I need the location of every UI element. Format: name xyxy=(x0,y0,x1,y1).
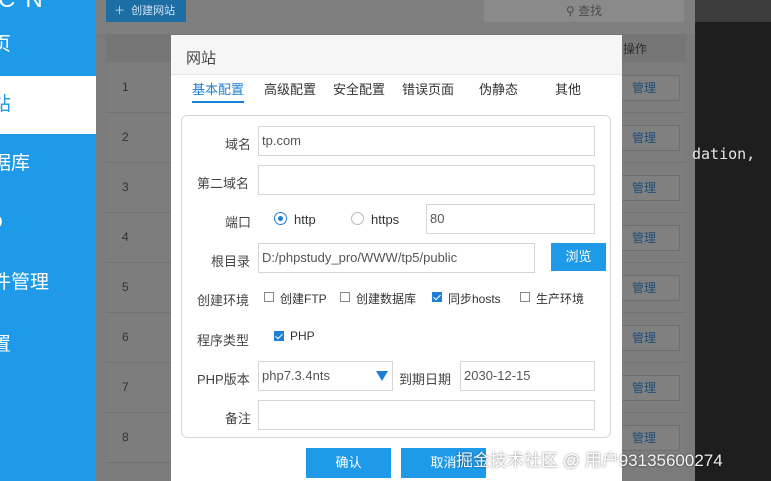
sidebar: CN 页 站 据库 p 件管理 置 xyxy=(0,0,96,481)
chevron-down-icon xyxy=(376,371,388,381)
sync-hosts-checkbox[interactable] xyxy=(432,292,442,302)
program-type-label: 程序类型 xyxy=(197,333,250,348)
plus-icon: ＋ xyxy=(114,5,125,17)
manage-button[interactable]: 管理 xyxy=(618,225,680,251)
sidebar-item-label: 件管理 xyxy=(0,272,50,293)
port-label: 端口 xyxy=(225,215,252,230)
http-label: http xyxy=(294,212,316,227)
row-number: 2 xyxy=(122,130,129,144)
php-version-label: PHP版本 xyxy=(197,372,250,387)
row-number: 5 xyxy=(122,280,129,294)
dialog-tabs: 基本配置 高级配置 安全配置 错误页面 伪静态 其他 xyxy=(171,81,622,103)
http-radio[interactable] xyxy=(274,212,287,225)
search-label: 查找 xyxy=(578,4,603,18)
sidebar-item-database[interactable]: 据库 xyxy=(0,135,96,193)
sidebar-item-label: 站 xyxy=(0,94,12,115)
confirm-button[interactable]: 确认 xyxy=(306,448,391,478)
create-website-button[interactable]: ＋ 创建网站 xyxy=(106,0,186,22)
php-checkbox[interactable] xyxy=(274,331,284,341)
create-ftp-label: 创建FTP xyxy=(280,292,327,306)
sidebar-item-settings[interactable]: 置 xyxy=(0,316,96,374)
create-database-checkbox[interactable] xyxy=(340,292,350,302)
sidebar-item-label: 据库 xyxy=(0,153,31,174)
production-env-checkbox[interactable] xyxy=(520,292,530,302)
tab-basic-config[interactable]: 基本配置 xyxy=(192,81,245,103)
column-header-action: 操作 xyxy=(623,42,648,56)
sidebar-item-website[interactable]: 站 xyxy=(0,76,96,134)
browse-button[interactable]: 浏览 xyxy=(551,243,606,271)
production-env-label: 生产环境 xyxy=(536,292,585,306)
sidebar-item-label: 置 xyxy=(0,334,12,355)
manage-button[interactable]: 管理 xyxy=(618,175,680,201)
basic-config-form: 域名 tp.com 第二域名 端口 http https 80 根目录 D:/p… xyxy=(181,115,611,438)
row-number: 1 xyxy=(122,80,129,94)
editor-tab-bar xyxy=(695,0,771,22)
dialog-title: 网站 xyxy=(186,50,217,67)
create-website-label: 创建网站 xyxy=(131,5,176,17)
sidebar-item-label: p xyxy=(0,211,3,232)
sidebar-item-home[interactable]: 页 xyxy=(0,16,96,74)
row-number: 6 xyxy=(122,330,129,344)
tab-security-config[interactable]: 安全配置 xyxy=(333,81,385,103)
tab-other[interactable]: 其他 xyxy=(555,81,581,103)
php-label: PHP xyxy=(290,329,315,343)
env-label: 创建环境 xyxy=(197,293,250,308)
sync-hosts-label: 同步hosts xyxy=(448,292,501,306)
manage-button[interactable]: 管理 xyxy=(618,275,680,301)
row-number: 4 xyxy=(122,230,129,244)
app-logo: CN xyxy=(0,0,53,14)
php-version-value: php7.3.4nts xyxy=(262,368,330,383)
code-editor-pane: dation, xyxy=(692,0,771,481)
root-dir-label: 根目录 xyxy=(211,254,251,269)
sidebar-item-files[interactable]: 件管理 xyxy=(0,254,96,312)
expire-date-label: 到期日期 xyxy=(399,372,452,387)
search-icon: ⚲ xyxy=(565,4,575,18)
manage-button[interactable]: 管理 xyxy=(618,375,680,401)
toolbar: ＋ 创建网站 ⚲ 查找 xyxy=(96,0,695,34)
search-input[interactable]: ⚲ 查找 xyxy=(484,0,684,22)
https-label: https xyxy=(371,212,400,227)
tab-error-pages[interactable]: 错误页面 xyxy=(402,81,454,103)
website-dialog: 网站 基本配置 高级配置 安全配置 错误页面 伪静态 其他 域名 tp.com … xyxy=(171,35,622,481)
manage-button[interactable]: 管理 xyxy=(618,325,680,351)
second-domain-input[interactable] xyxy=(258,165,595,195)
code-line: dation, xyxy=(692,145,756,163)
create-ftp-checkbox[interactable] xyxy=(264,292,274,302)
sidebar-item-label: 页 xyxy=(0,34,12,55)
domain-input[interactable]: tp.com xyxy=(258,126,595,156)
domain-label: 域名 xyxy=(225,137,252,152)
php-version-select[interactable]: php7.3.4nts xyxy=(258,361,393,391)
expire-date-input[interactable]: 2030-12-15 xyxy=(460,361,595,391)
create-database-label: 创建数据库 xyxy=(356,292,417,306)
manage-button[interactable]: 管理 xyxy=(618,125,680,151)
tab-advanced-config[interactable]: 高级配置 xyxy=(264,81,316,103)
port-input[interactable]: 80 xyxy=(426,204,595,234)
row-number: 7 xyxy=(122,380,129,394)
dialog-header: 网站 xyxy=(171,35,622,75)
https-radio[interactable] xyxy=(351,212,364,225)
second-domain-label: 第二域名 xyxy=(197,176,250,191)
note-label: 备注 xyxy=(225,411,252,426)
root-dir-input[interactable]: D:/phpstudy_pro/WWW/tp5/public xyxy=(258,243,535,273)
row-number: 8 xyxy=(122,430,129,444)
tab-rewrite[interactable]: 伪静态 xyxy=(479,81,518,103)
row-number: 3 xyxy=(122,180,129,194)
sidebar-item-ftp[interactable]: p xyxy=(0,193,96,251)
note-input[interactable] xyxy=(258,400,595,430)
watermark: 掘金技术社区 @ 用户93135600274 xyxy=(456,451,723,470)
manage-button[interactable]: 管理 xyxy=(618,75,680,101)
